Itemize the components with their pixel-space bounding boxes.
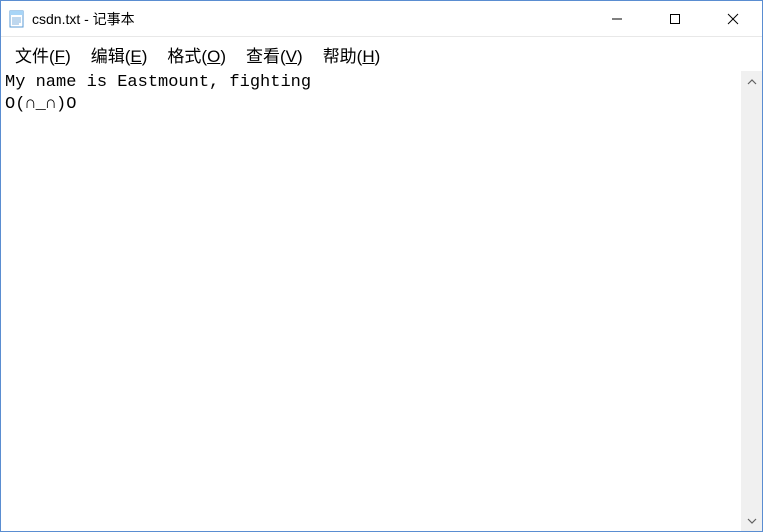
vertical-scrollbar[interactable] <box>741 71 762 531</box>
menu-view[interactable]: 查看(V) <box>236 37 313 72</box>
window-controls <box>588 1 762 36</box>
minimize-icon <box>611 13 623 25</box>
scroll-down-button[interactable] <box>741 510 762 531</box>
chevron-up-icon <box>747 77 757 87</box>
menu-help[interactable]: 帮助(H) <box>313 37 391 72</box>
menu-edit[interactable]: 编辑(E) <box>81 37 158 72</box>
app-icon <box>8 10 26 28</box>
window-title: csdn.txt - 记事本 <box>32 9 588 29</box>
titlebar[interactable]: csdn.txt - 记事本 <box>1 1 762 37</box>
maximize-button[interactable] <box>646 1 704 36</box>
content-area: My name is Eastmount, fighting O(∩_∩)O <box>1 71 762 531</box>
notepad-window: csdn.txt - 记事本 文件(F) 编辑(E) 格式(O <box>0 0 763 532</box>
text-editor[interactable]: My name is Eastmount, fighting O(∩_∩)O <box>1 71 741 531</box>
scroll-up-button[interactable] <box>741 71 762 92</box>
close-button[interactable] <box>704 1 762 36</box>
menu-file[interactable]: 文件(F) <box>5 37 81 72</box>
chevron-down-icon <box>747 516 757 526</box>
minimize-button[interactable] <box>588 1 646 36</box>
maximize-icon <box>669 13 681 25</box>
menubar: 文件(F) 编辑(E) 格式(O) 查看(V) 帮助(H) <box>1 37 762 71</box>
menu-format[interactable]: 格式(O) <box>157 37 236 72</box>
close-icon <box>727 13 739 25</box>
